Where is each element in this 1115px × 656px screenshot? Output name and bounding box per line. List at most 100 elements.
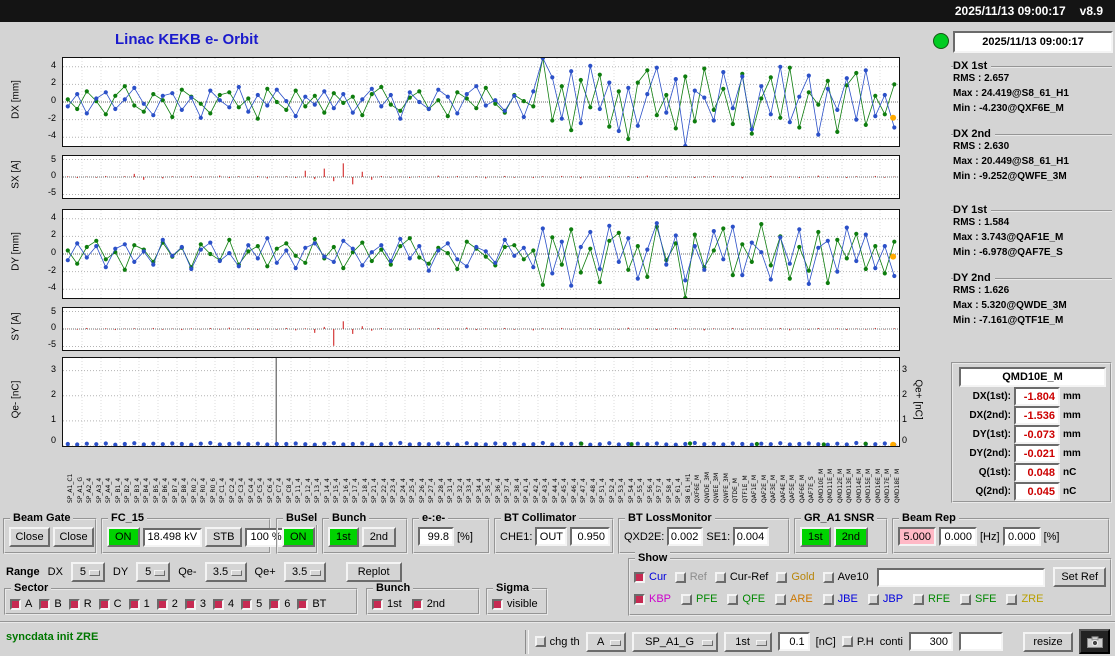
show-mode-checkbox[interactable]: PFE	[681, 593, 717, 605]
sector-checkbox[interactable]: 4	[212, 598, 234, 610]
screenshot-button[interactable]	[1079, 629, 1110, 654]
show-mode-checkbox[interactable]: QFE	[727, 593, 765, 605]
range-dx-select[interactable]: 5	[70, 562, 105, 582]
beam-rep-title: Beam Rep	[899, 512, 959, 525]
threshold-input[interactable]	[777, 632, 810, 651]
plot-row-dx: DX [mm] 4 2 0 -2 -4	[0, 57, 945, 147]
range-dy-select[interactable]: 5	[136, 562, 171, 582]
bunch-2nd-button[interactable]: 2nd	[361, 527, 397, 547]
checkbox-icon	[775, 593, 787, 605]
range-qe-plus-label: Qe+	[254, 566, 276, 578]
checkbox-icon	[776, 571, 788, 583]
interval-input[interactable]	[909, 632, 953, 651]
sector-checkbox-label: C	[113, 598, 122, 610]
beam-gate-close-button[interactable]: Close	[53, 527, 94, 547]
camera-icon	[1086, 635, 1103, 648]
gr-snsr-1st-button[interactable]: 1st	[800, 527, 831, 547]
beam-rep-panel: Beam Rep 5.000 0.000 [Hz] 0.000 [%]	[892, 512, 1110, 554]
che1-label: CHE1:	[500, 530, 533, 543]
bunch-select[interactable]: 1st	[723, 631, 772, 652]
fc15-on-button[interactable]: ON	[107, 527, 140, 547]
conti-label: conti	[879, 635, 903, 648]
range-dy-label: DY	[112, 566, 129, 578]
sy-plot-canvas[interactable]	[62, 307, 900, 351]
show-mode-checkbox[interactable]: KBP	[634, 593, 671, 605]
qxd2e-field: 0.002	[667, 527, 704, 546]
show-mode-checkbox[interactable]: RFE	[913, 593, 950, 605]
stat-rms: RMS : 1.584	[953, 217, 1010, 228]
bunch-checkbox[interactable]: 2nd	[411, 598, 445, 610]
qxd2e-label: QXD2E:	[624, 530, 665, 543]
qe-plus-axis-label: Qe+ [nC]	[912, 379, 924, 420]
show-series-checkbox[interactable]: Cur-Ref	[714, 571, 768, 583]
dy-plot-canvas[interactable]	[62, 209, 900, 299]
show-mode-checkbox[interactable]: SFE	[960, 593, 996, 605]
sector-checkbox[interactable]: 6	[269, 598, 290, 610]
sector-checkbox[interactable]: 1	[128, 598, 150, 610]
set-ref-button[interactable]: Set Ref	[1053, 567, 1106, 587]
show-mode-checkbox[interactable]: JBE	[822, 593, 858, 605]
bt-lossmonitor-panel: BT LossMonitor QXD2E: 0.002 SE1: 0.004	[618, 512, 790, 554]
replot-button[interactable]: Replot	[345, 562, 402, 582]
bt-lossmonitor-title: BT LossMonitor	[625, 512, 715, 525]
fc15-stb-button[interactable]: STB	[205, 527, 243, 547]
beam-rep-hz-unit: [Hz]	[980, 530, 1000, 543]
checkbox-icon	[68, 598, 80, 610]
sector-checkbox[interactable]: R	[68, 598, 92, 610]
show-mode-checkbox[interactable]: ARE	[775, 593, 813, 605]
sector-title: Sector	[11, 582, 52, 595]
checkbox-icon	[128, 598, 140, 610]
checkbox-icon	[534, 636, 546, 647]
checkbox-icon	[184, 598, 196, 610]
sigma-visible-checkbox[interactable]: visible	[492, 598, 538, 610]
beam-gate-close-button[interactable]: Close	[9, 527, 50, 547]
q-plot-canvas[interactable]	[62, 357, 900, 447]
show-series-checkbox[interactable]: Ref	[674, 571, 707, 583]
sector-checkbox[interactable]: 3	[184, 598, 206, 610]
bpm-select[interactable]: SP_A1_G	[631, 631, 718, 652]
show-series-checkbox[interactable]: Ave10	[822, 571, 869, 583]
show-mode-checkbox[interactable]: JBP	[867, 593, 903, 605]
range-qe-minus-select[interactable]: 3.5	[204, 562, 247, 582]
show-series-checkbox[interactable]: Gold	[776, 571, 815, 583]
sector-checkbox[interactable]: BT	[297, 598, 326, 610]
sector-checkbox[interactable]: 2	[156, 598, 178, 610]
bpm-value-label: DY(1st):	[972, 429, 1011, 440]
bunch-checkbox[interactable]: 1st	[372, 598, 402, 610]
show-mode-label: ARE	[790, 593, 813, 605]
stat-rms: RMS : 2.657	[953, 73, 1010, 84]
resize-button[interactable]: resize	[1023, 631, 1073, 652]
sector-checkbox[interactable]: A	[10, 598, 32, 610]
beam-rep-pct-unit: [%]	[1043, 530, 1060, 543]
sector-checkbox[interactable]: C	[98, 598, 122, 610]
sector-select[interactable]: A	[585, 631, 626, 652]
se1-label: SE1:	[706, 530, 731, 543]
show-mode-label: ZRE	[1021, 593, 1044, 605]
busel-panel: BuSel ON	[276, 512, 321, 554]
show-mode-checkbox[interactable]: ZRE	[1006, 593, 1043, 605]
titlebar-version: v8.9	[1079, 4, 1103, 18]
sector-checkbox[interactable]: 5	[241, 598, 262, 610]
status-bar: syncdata init ZRE chg th A SP_A1_G 1st […	[0, 621, 1115, 656]
sector-panel: Sector A B R C 1 2 3 4 5 6 BT	[4, 582, 358, 615]
gr-snsr-2nd-button[interactable]: 2nd	[833, 527, 869, 547]
ref-name-input[interactable]	[876, 567, 1046, 587]
ph-checkbox[interactable]: P.H	[841, 636, 874, 648]
bunch-1st-button[interactable]: 1st	[328, 527, 359, 547]
chg-th-checkbox[interactable]: chg th	[534, 636, 580, 648]
bpm-value-row: Q(1st): 0.048 nC	[955, 463, 1108, 482]
aux-input[interactable]	[959, 632, 1003, 651]
bpm-value-label: Q(1st):	[978, 467, 1011, 478]
bt-collimator-title: BT Collimator	[501, 512, 580, 525]
sector-checkbox[interactable]: B	[39, 598, 62, 610]
ee-ratio-title: e-:e-	[419, 512, 449, 525]
checkbox-icon	[714, 571, 726, 583]
dx-plot-canvas[interactable]	[62, 57, 900, 147]
show-mode-label: KBP	[649, 593, 672, 605]
stat-max: Max : 3.743@QAF1E_M	[953, 232, 1064, 243]
checkbox-icon	[372, 598, 383, 610]
sx-plot-canvas[interactable]	[62, 155, 900, 199]
busel-on-button[interactable]: ON	[282, 527, 315, 547]
show-series-checkbox[interactable]: Cur	[634, 571, 667, 583]
range-qe-plus-select[interactable]: 3.5	[283, 562, 326, 582]
